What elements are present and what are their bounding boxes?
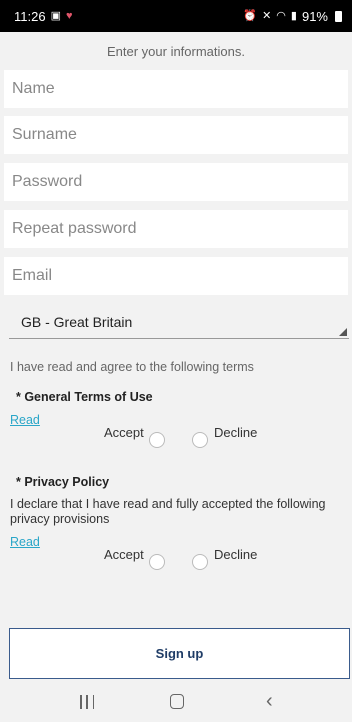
- sign-up-button[interactable]: Sign up: [9, 628, 350, 679]
- gallery-notification-icon: ▣: [50, 9, 61, 22]
- status-right: ⏰ ✕ ◠ ▮ 91%: [243, 9, 342, 24]
- surname-input[interactable]: [4, 116, 348, 154]
- signal-icon: ▮: [290, 9, 297, 22]
- recents-icon[interactable]: [80, 695, 94, 709]
- general-terms-decline-radio[interactable]: [192, 432, 208, 448]
- privacy-policy-accept-radio[interactable]: [149, 554, 165, 570]
- privacy-policy-decline-radio[interactable]: [192, 554, 208, 570]
- email-input[interactable]: [4, 257, 348, 295]
- repeat-password-input[interactable]: [4, 210, 348, 248]
- back-icon[interactable]: ‹: [266, 691, 273, 711]
- general-terms-title: * General Terms of Use: [16, 390, 153, 404]
- privacy-policy-accept-label: Accept: [104, 546, 144, 562]
- mute-icon: ✕: [262, 9, 272, 22]
- heart-notification-icon: ♥: [65, 9, 73, 22]
- form-intro: Enter your informations.: [106, 44, 245, 59]
- terms-intro: I have read and agree to the following t…: [10, 360, 254, 374]
- wifi-icon: ◠: [276, 9, 286, 22]
- privacy-policy-description: I declare that I have read and fully acc…: [10, 497, 326, 526]
- battery-icon: [335, 10, 342, 22]
- privacy-policy-decline-label: Decline: [214, 546, 258, 562]
- country-select-value: GB - Great Britain: [21, 314, 133, 330]
- home-icon[interactable]: [170, 694, 184, 709]
- alarm-icon: ⏰: [243, 9, 258, 22]
- general-terms-accept-radio[interactable]: [149, 432, 165, 448]
- system-nav-bar: ‹: [0, 682, 352, 722]
- country-select[interactable]: GB - Great Britain: [9, 306, 349, 339]
- general-terms-accept-label: Accept: [104, 424, 144, 440]
- status-bar: 11:26 ▣ ♥ ⏰ ✕ ◠ ▮ 91%: [0, 0, 352, 32]
- status-time: 11:26: [14, 8, 46, 24]
- dropdown-arrow-icon: [339, 328, 347, 336]
- password-input[interactable]: [4, 163, 348, 201]
- general-terms-read-link[interactable]: Read: [10, 413, 40, 427]
- battery-percent: 91%: [301, 8, 328, 24]
- privacy-policy-title: * Privacy Policy: [16, 475, 110, 489]
- privacy-policy-read-link[interactable]: Read: [10, 535, 40, 549]
- general-terms-decline-label: Decline: [214, 424, 258, 440]
- name-input[interactable]: [4, 70, 348, 108]
- status-left: 11:26 ▣ ♥: [14, 9, 73, 24]
